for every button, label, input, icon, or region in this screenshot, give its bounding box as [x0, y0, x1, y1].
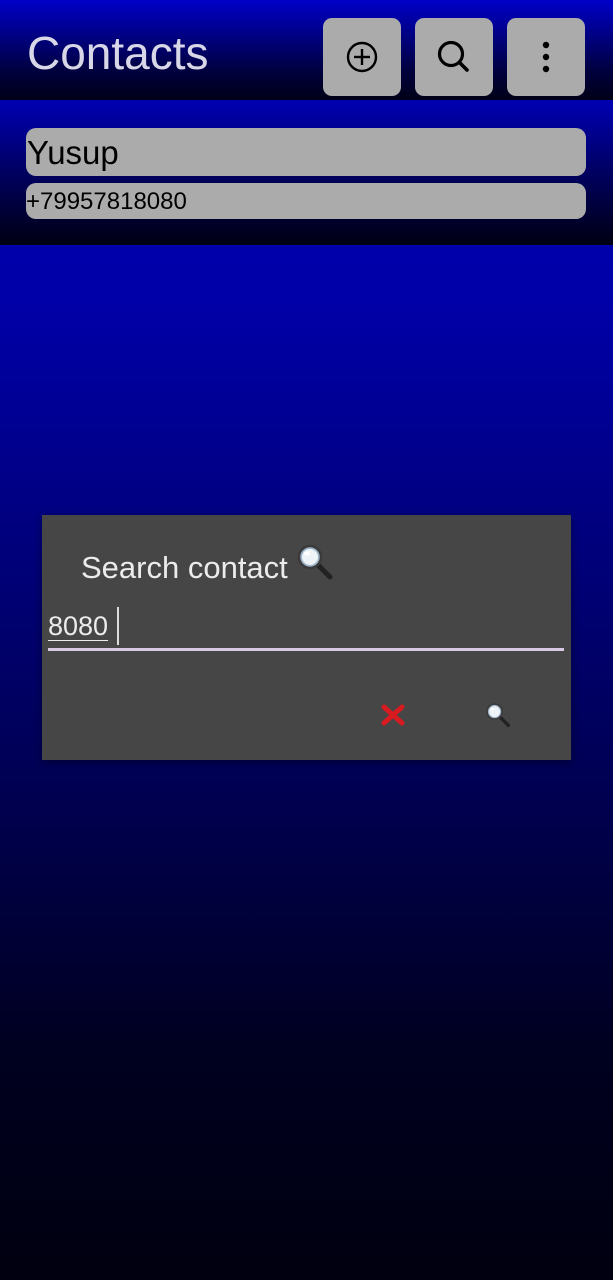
- search-icon: [437, 40, 469, 72]
- cross-mark-icon: [381, 704, 405, 726]
- contact-list: Yusup +79957818080: [0, 103, 613, 245]
- contact-name[interactable]: Yusup: [26, 128, 586, 176]
- search-dialog: Search contact 8080: [42, 515, 571, 760]
- search-input-underline: [48, 648, 564, 651]
- magnifier-icon: [486, 703, 510, 727]
- more-vertical-icon: [542, 41, 550, 73]
- more-options-button[interactable]: [507, 18, 585, 96]
- dialog-title-text: Search contact: [81, 550, 288, 585]
- app-title: Contacts: [27, 27, 209, 79]
- search-input-value[interactable]: 8080: [48, 609, 108, 643]
- cancel-button[interactable]: [378, 700, 408, 730]
- dialog-title: Search contact: [81, 544, 334, 588]
- add-contact-button[interactable]: [323, 18, 401, 96]
- contact-phone[interactable]: +79957818080: [26, 183, 586, 219]
- search-input[interactable]: 8080: [48, 605, 564, 651]
- search-button[interactable]: [415, 18, 493, 96]
- magnifier-icon: [296, 544, 334, 588]
- text-caret: [117, 607, 119, 645]
- circled-plus-icon: [346, 41, 378, 73]
- app-header: Contacts: [0, 0, 613, 100]
- search-confirm-button[interactable]: [483, 700, 513, 730]
